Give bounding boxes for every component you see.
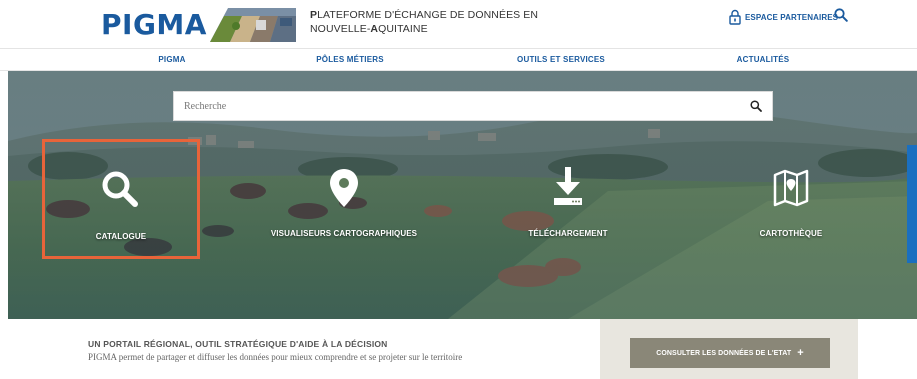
tile-catalogue[interactable]: CATALOGUE [42,139,200,259]
state-data-panel: CONSULTER LES DONNÉES DE L'ETAT + [600,319,858,379]
tagline-cap-a: A [370,23,379,35]
intro-subtitle: PIGMA permet de partager et diffuser les… [88,352,463,362]
lock-icon [729,9,741,25]
logo-photo-collage [204,6,296,42]
search-icon[interactable] [834,8,848,22]
tagline-line2a: NOUVELLE- [310,23,371,35]
tagline-line2b: QUITAINE [378,23,428,35]
tile-catalogue-label: CATALOGUE [95,232,147,241]
map-pin-icon [330,169,358,207]
site-tagline: PLATEFORME D'ÉCHANGE DE DONNÉES EN NOUVE… [310,8,538,36]
download-icon [554,167,582,205]
site-logo[interactable]: PIGMA [101,8,207,41]
intro-title: UN PORTAIL RÉGIONAL, OUTIL STRATÉGIQUE D… [88,339,388,349]
consult-state-data-label: CONSULTER LES DONNÉES DE L'ETAT [656,349,792,357]
plus-icon: + [797,347,804,359]
nav-item-outils-services[interactable]: OUTILS ET SERVICES [517,55,605,64]
magnifier-icon [102,171,138,207]
main-nav: PIGMA PÔLES MÉTIERS OUTILS ET SERVICES A… [0,48,917,71]
tile-visualiseurs-label: VISUALISEURS CARTOGRAPHIQUES [270,229,418,238]
consult-state-data-button[interactable]: CONSULTER LES DONNÉES DE L'ETAT + [630,338,830,368]
partner-space-label: ESPACE PARTENAIRES [745,12,839,22]
search-submit-icon[interactable] [750,100,762,112]
tile-telechargement[interactable]: TÉLÉCHARGEMENT [489,139,647,259]
partner-space-link[interactable]: ESPACE PARTENAIRES [729,9,838,25]
intro-band: UN PORTAIL RÉGIONAL, OUTIL STRATÉGIQUE D… [0,319,917,379]
tile-visualiseurs[interactable]: VISUALISEURS CARTOGRAPHIQUES [265,139,423,259]
tile-telechargement-label: TÉLÉCHARGEMENT [528,229,608,238]
side-feedback-tab[interactable] [907,145,917,263]
hero-search-input[interactable] [174,92,734,120]
nav-item-actualites[interactable]: ACTUALITÉS [737,55,790,64]
tile-cartotheque-label: CARTOTHÈQUE [759,229,823,238]
tile-cartotheque[interactable]: CARTOTHÈQUE [712,139,870,259]
site-header: PIGMA PLATEFORME D'ÉCHANGE DE DONNÉES EN… [0,0,917,48]
hero-banner: CATALOGUE VISUALISEURS CARTOGRAPHIQUES T… [8,71,917,319]
nav-item-pigma[interactable]: PIGMA [158,55,185,64]
folded-map-icon [773,169,809,207]
tagline-line1: LATEFORME D'ÉCHANGE DE DONNÉES EN [317,9,539,21]
hero-search-box [173,91,773,121]
nav-item-poles-metiers[interactable]: PÔLES MÉTIERS [316,55,384,64]
